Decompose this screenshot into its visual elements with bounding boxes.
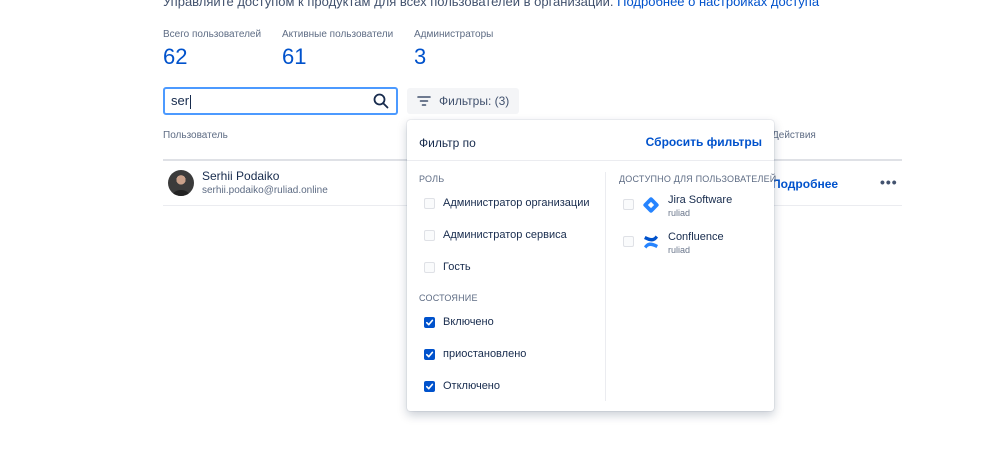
option-label: Администратор организации <box>443 197 590 209</box>
search-icon[interactable] <box>372 92 390 110</box>
filter-column-divider <box>605 172 606 401</box>
filter-status-suspended[interactable]: приостановлено <box>424 348 526 360</box>
option-label: Администратор сервиса <box>443 229 567 241</box>
stat-total-users: Всего пользователей 62 <box>163 29 261 70</box>
page-description-text: Управляйте доступом к продуктам для всех… <box>163 0 614 9</box>
product-site: ruliad <box>668 245 691 255</box>
checkbox-checked[interactable] <box>424 380 435 392</box>
reset-filters-button[interactable]: Сбросить фильтры <box>646 135 762 149</box>
filter-role-org-admin[interactable]: Администратор организации <box>424 197 590 209</box>
filter-status-enabled[interactable]: Включено <box>424 316 494 328</box>
checkbox[interactable] <box>623 199 634 210</box>
checkbox-checked[interactable] <box>424 316 435 328</box>
option-label: Включено <box>443 316 494 328</box>
filters-button-label: Фильтры: (3) <box>439 94 510 108</box>
product-name: Confluence <box>668 231 724 243</box>
filters-button[interactable]: Фильтры: (3) <box>407 88 520 114</box>
filter-role-guest[interactable]: Гость <box>424 261 471 273</box>
search-input-value: ser <box>171 93 190 109</box>
checkbox[interactable] <box>424 197 435 209</box>
jira-software-icon <box>642 196 660 214</box>
stat-label: Активные пользователи <box>282 29 394 40</box>
confluence-icon <box>642 233 660 251</box>
filter-product-jira[interactable]: Jira Software ruliad <box>623 194 732 218</box>
details-link[interactable]: Подробнее <box>772 177 838 191</box>
user-name[interactable]: Serhii Podaiko <box>202 169 279 183</box>
stat-active-users: Активные пользователи 61 <box>282 29 393 70</box>
stat-label: Администраторы <box>414 29 494 40</box>
option-label: Отключено <box>443 380 500 392</box>
column-header-actions: Действия <box>772 130 816 141</box>
page-description: Управляйте доступом к продуктам для всех… <box>163 0 819 9</box>
status-section-title: Состояние <box>419 293 478 303</box>
stat-label: Всего пользователей <box>163 29 262 40</box>
product-name: Jira Software <box>668 194 733 206</box>
option-label: приостановлено <box>443 348 527 360</box>
filter-icon <box>417 95 431 107</box>
filter-dropdown: Фильтр по Сбросить фильтры Роль Админист… <box>407 120 777 411</box>
filter-panel-divider <box>407 160 774 161</box>
search-input[interactable]: ser <box>163 87 398 115</box>
column-header-user: Пользователь <box>163 130 228 141</box>
product-site: ruliad <box>668 208 691 218</box>
text-caret <box>190 94 192 109</box>
avatar <box>168 170 194 196</box>
access-settings-link[interactable]: Подробнее о настройках доступа <box>617 0 819 9</box>
more-actions-icon[interactable]: ••• <box>880 174 898 190</box>
option-label: Гость <box>443 261 471 273</box>
filter-product-confluence[interactable]: Confluence ruliad <box>623 231 724 255</box>
role-section-title: Роль <box>419 174 445 184</box>
stat-admins: Администраторы 3 <box>414 29 493 70</box>
checkbox[interactable] <box>424 229 435 241</box>
user-email: serhii.podaiko@ruliad.online <box>202 185 328 196</box>
stat-value: 61 <box>282 44 307 69</box>
checkbox[interactable] <box>623 236 634 247</box>
checkbox[interactable] <box>424 261 435 273</box>
filter-status-disabled[interactable]: Отключено <box>424 380 500 392</box>
stat-value: 62 <box>163 44 188 69</box>
filter-panel-title: Фильтр по <box>419 136 476 150</box>
checkbox-checked[interactable] <box>424 348 435 360</box>
filter-role-service-admin[interactable]: Администратор сервиса <box>424 229 567 241</box>
stat-value: 3 <box>414 44 427 69</box>
products-section-title: Доступно для пользователей <box>619 174 777 184</box>
